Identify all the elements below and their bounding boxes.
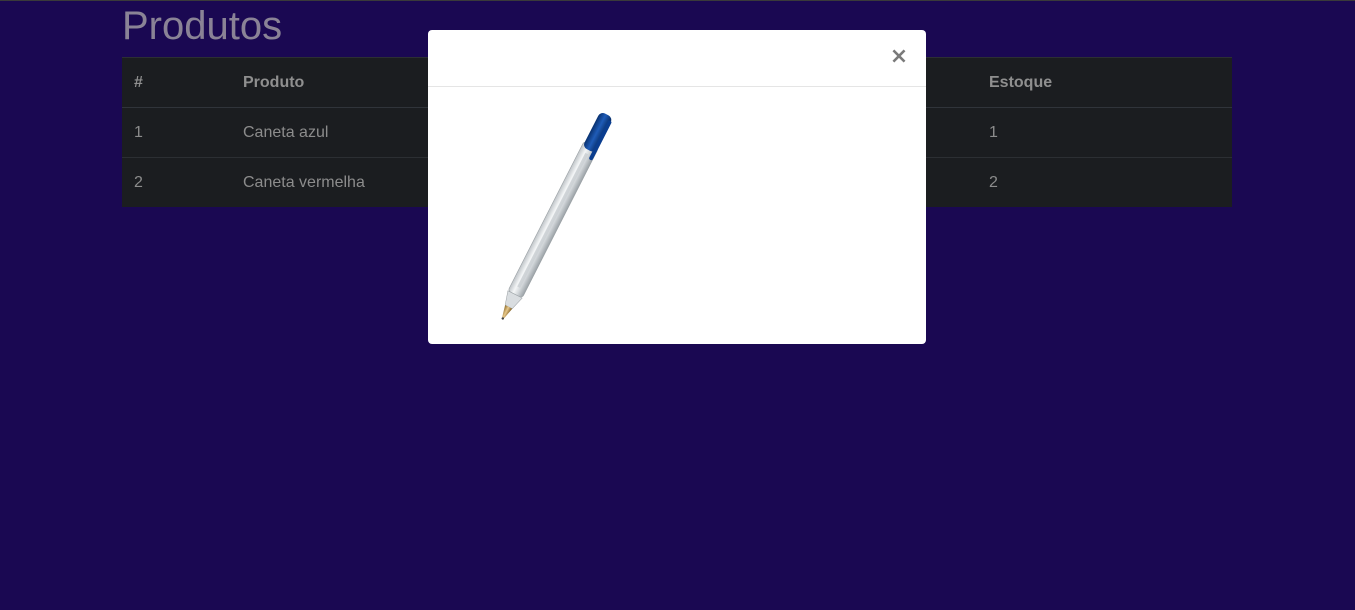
- header-number: #: [122, 57, 231, 108]
- cell-number: 2: [122, 157, 231, 207]
- cell-product: Caneta azul: [231, 107, 445, 158]
- cell-stock: 2: [977, 157, 1232, 207]
- product-image-modal: ×: [428, 30, 926, 344]
- modal-body: [428, 87, 926, 344]
- cell-product: Caneta vermelha: [231, 157, 445, 207]
- modal-header: ×: [428, 30, 926, 87]
- header-stock: Estoque: [977, 57, 1232, 108]
- blue-ballpoint-pen-image: [501, 112, 612, 320]
- header-product: Produto: [231, 57, 445, 108]
- page-background: Produtos # Produto Estoque 1 Caneta azul…: [0, 0, 1355, 610]
- close-icon[interactable]: ×: [888, 46, 910, 68]
- cell-stock: 1: [977, 107, 1232, 158]
- cell-number: 1: [122, 107, 231, 158]
